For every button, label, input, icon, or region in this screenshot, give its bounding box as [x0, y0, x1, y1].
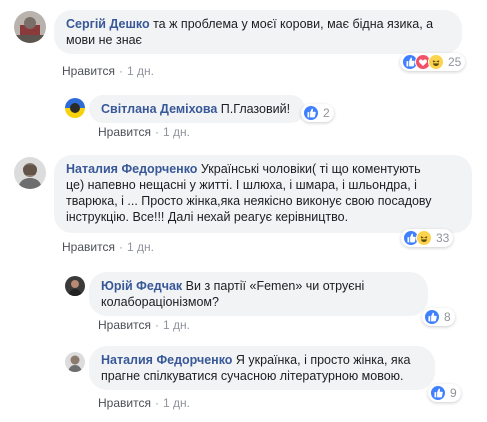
reactions-summary[interactable]: 25 [400, 53, 466, 71]
comment-bubble: Наталия Федорченко Українські чоловіки( … [54, 155, 472, 233]
like-icon [430, 385, 446, 401]
separator: · [118, 240, 123, 254]
comment-author[interactable]: Наталия Федорченко [101, 353, 232, 367]
comment-text: мови не знає [66, 33, 142, 47]
comment-text: Українські чоловіки( ті що коментують [197, 162, 421, 176]
comment-author[interactable]: Сергій Дешко [66, 17, 150, 31]
comment-bubble: Сергій Дешко та ж проблема у моєї корови… [54, 10, 462, 54]
comment-actions: Нравится · 1 дн. [62, 240, 154, 254]
timestamp[interactable]: 1 дн. [127, 64, 154, 78]
reactions-summary[interactable]: 9 [428, 384, 461, 402]
comment-text: Я українка, і просто жінка, яка [232, 353, 411, 367]
avatar[interactable] [65, 276, 85, 296]
comment-actions: Нравится · 1 дн. [98, 318, 190, 332]
comment-actions: Нравится · 1 дн. [98, 396, 190, 410]
like-icon [424, 309, 440, 325]
timestamp[interactable]: 1 дн. [163, 125, 190, 139]
separator: · [154, 396, 159, 410]
comment-actions: Нравится · 1 дн. [98, 125, 190, 139]
comment-text: тварюка, і ... Просто жінка,яка неякісно… [66, 194, 432, 208]
comment-bubble: Юрій Федчак Ви з партії «Femen» чи отрує… [89, 272, 428, 316]
timestamp[interactable]: 1 дн. [163, 396, 190, 410]
comment-author[interactable]: Наталия Федорченко [66, 162, 197, 176]
haha-icon [416, 230, 432, 246]
timestamp[interactable]: 1 дн. [163, 318, 190, 332]
comment-bubble: Світлана Деміхова П.Глазовий! [89, 95, 305, 123]
comment-text: прагне спілкуватися сучасною літературно… [101, 369, 404, 383]
comment-author[interactable]: Юрій Федчак [101, 279, 182, 293]
comment-actions: Нравится · 1 дн. [62, 64, 154, 78]
avatar[interactable] [65, 98, 85, 118]
like-icon [303, 105, 319, 121]
separator: · [154, 318, 159, 332]
comment-text: Ви з партії «Femen» чи отруєні [182, 279, 365, 293]
haha-icon [428, 54, 444, 70]
separator: · [154, 125, 159, 139]
reaction-count: 8 [444, 310, 451, 324]
reaction-count: 2 [323, 106, 330, 120]
reactions-summary[interactable]: 8 [422, 308, 455, 326]
avatar[interactable] [65, 352, 85, 372]
comment-text: це) напевно нещасні у житті. І шлюха, і … [66, 178, 417, 192]
comment-text: колабораціонізмом? [101, 295, 219, 309]
timestamp[interactable]: 1 дн. [127, 240, 154, 254]
comment-text: та ж проблема у моєї корови, має бідна я… [149, 17, 434, 31]
comment-author[interactable]: Світлана Деміхова [101, 102, 217, 116]
reactions-summary[interactable]: 33 [401, 229, 454, 247]
comment-text: інструкцію. Все!!! Далі нехай реагує кер… [66, 210, 349, 224]
like-link[interactable]: Нравится [62, 240, 115, 254]
like-link[interactable]: Нравится [98, 125, 151, 139]
like-link[interactable]: Нравится [62, 64, 115, 78]
reactions-summary[interactable]: 2 [301, 104, 334, 122]
avatar[interactable] [14, 157, 46, 189]
comment-text: П.Глазовий! [217, 102, 291, 116]
like-link[interactable]: Нравится [98, 396, 151, 410]
comment-bubble: Наталия Федорченко Я українка, і просто … [89, 346, 435, 390]
like-link[interactable]: Нравится [98, 318, 151, 332]
avatar[interactable] [14, 11, 46, 43]
reaction-count: 9 [450, 386, 457, 400]
reaction-count: 33 [436, 231, 450, 245]
separator: · [118, 64, 123, 78]
reaction-count: 25 [448, 55, 462, 69]
